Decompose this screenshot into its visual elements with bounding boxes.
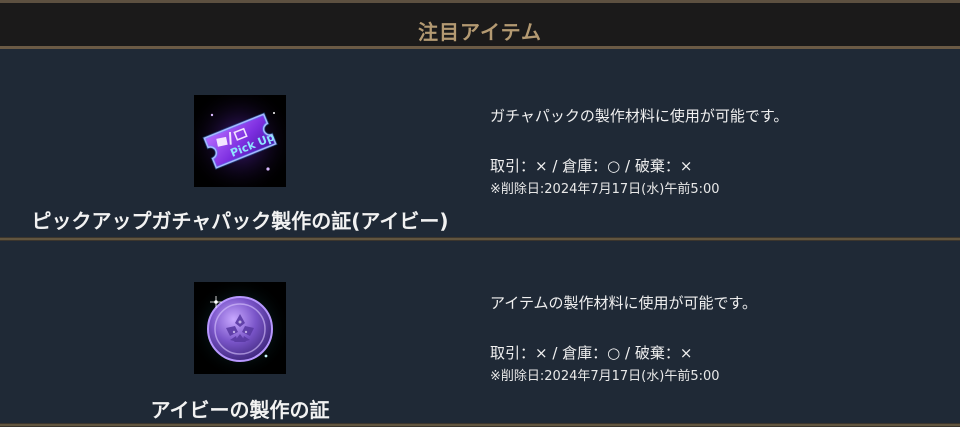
featured-items-panel: 注目アイテム Pick Up ピックアップガチャパック製作の証(アイビー) ガチ… <box>0 0 960 427</box>
item-row: アイビーの製作の証 アイテムの製作材料に使用が可能です。 取引：× / 倉庫：○… <box>0 241 960 427</box>
row-divider <box>0 423 960 427</box>
item-image: Pick Up <box>194 95 286 187</box>
item-name: アイビーの製作の証 <box>150 398 330 422</box>
item-trade-info: 取引：× / 倉庫：○ / 破棄：× <box>490 157 693 175</box>
item-delete-date: ※削除日:2024年7月17日(水)午前5:00 <box>490 369 720 384</box>
item-row: Pick Up ピックアップガチャパック製作の証(アイビー) ガチャパックの製作… <box>0 52 960 237</box>
item-trade-info: 取引：× / 倉庫：○ / 破棄：× <box>490 344 693 362</box>
item-description: アイテムの製作材料に使用が可能です。 <box>490 294 758 312</box>
item-name: ピックアップガチャパック製作の証(アイビー) <box>31 209 449 233</box>
item-delete-date: ※削除日:2024年7月17日(水)午前5:00 <box>490 182 720 197</box>
section-header: 注目アイテム <box>0 0 960 49</box>
item-image <box>194 282 286 374</box>
section-title: 注目アイテム <box>418 20 542 44</box>
ivy-coin-icon <box>194 282 286 374</box>
item-description: ガチャパックの製作材料に使用が可能です。 <box>490 107 789 125</box>
pickup-ticket-icon: Pick Up <box>194 95 286 187</box>
